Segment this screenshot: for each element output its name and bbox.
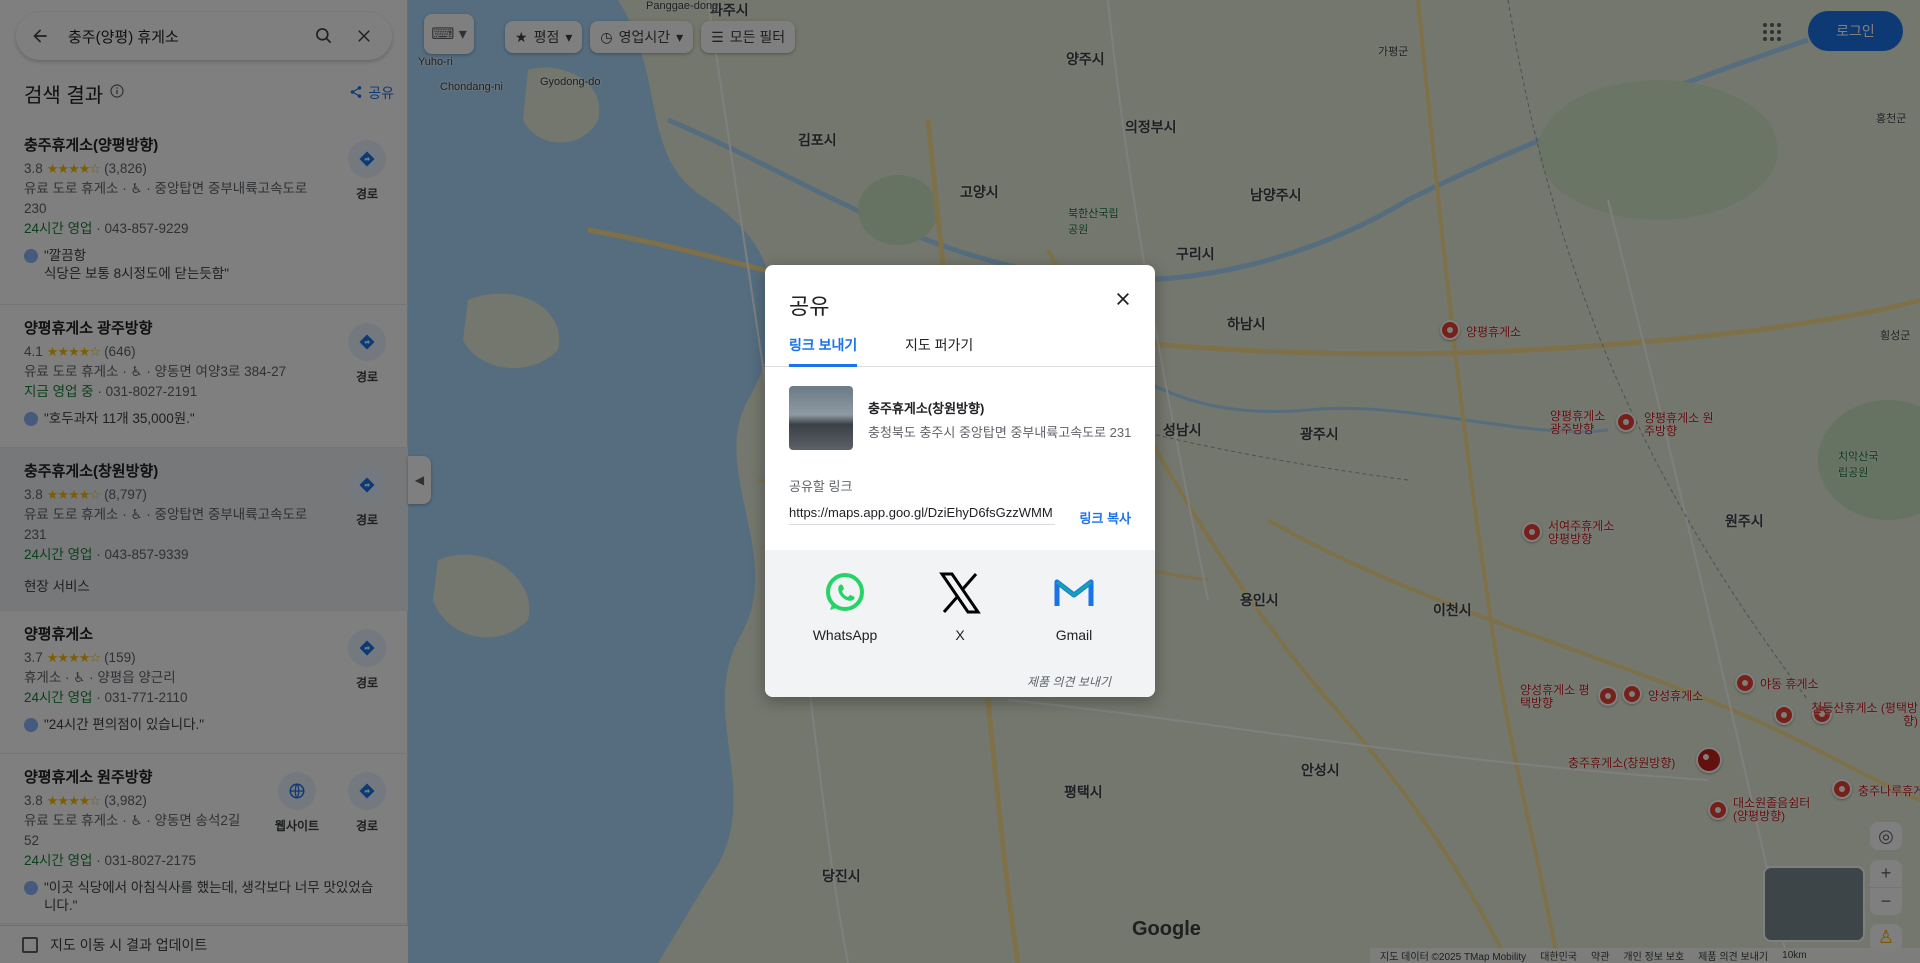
dialog-feedback-link[interactable]: 제품 의견 보내기 [1027, 673, 1111, 690]
whatsapp-icon [824, 572, 866, 617]
share-whatsapp-button[interactable]: WhatsApp [800, 572, 890, 643]
tab-send-link[interactable]: 링크 보내기 [789, 329, 858, 367]
close-dialog-button[interactable] [1109, 287, 1137, 315]
tab-embed-map[interactable]: 지도 퍼가기 [905, 329, 973, 367]
share-gmail-button[interactable]: Gmail [1029, 572, 1119, 643]
x-logo-icon [939, 572, 981, 617]
gmail-icon [1053, 572, 1095, 617]
share-link-label: 공유할 링크 [789, 479, 853, 494]
share-dialog: 공유 링크 보내기 지도 퍼가기 충주휴게소(창원방향) 충청북도 충주시 중앙… [765, 265, 1155, 697]
share-apps: WhatsApp X Gmail 제품 의견 보내기 [765, 550, 1155, 697]
whatsapp-label: WhatsApp [812, 627, 878, 643]
x-label: X [955, 627, 965, 643]
shared-place-summary: 충주휴게소(창원방향) 충청북도 충주시 중앙탑면 중부내륙고속도로 231 [789, 386, 1131, 450]
shared-place-address: 충청북도 충주시 중앙탑면 중부내륙고속도로 231 [868, 425, 1132, 440]
maps-app: 검색 결과 공유 충주휴게소(양평방향) 3.8 ★★★★☆ (3,826) [0, 0, 1920, 963]
dialog-title: 공유 [789, 294, 830, 319]
share-link-field[interactable]: https://maps.app.goo.gl/DziEhyD6fsGzzWMM [789, 505, 1055, 525]
share-tabs: 링크 보내기 지도 퍼가기 [765, 329, 1155, 367]
gmail-label: Gmail [1055, 627, 1093, 643]
close-icon [1115, 291, 1131, 312]
share-x-button[interactable]: X [915, 572, 1005, 643]
place-thumbnail [789, 386, 853, 450]
copy-link-button[interactable]: 링크 복사 [1080, 508, 1131, 527]
shared-place-name: 충주휴게소(창원방향) [868, 401, 985, 416]
